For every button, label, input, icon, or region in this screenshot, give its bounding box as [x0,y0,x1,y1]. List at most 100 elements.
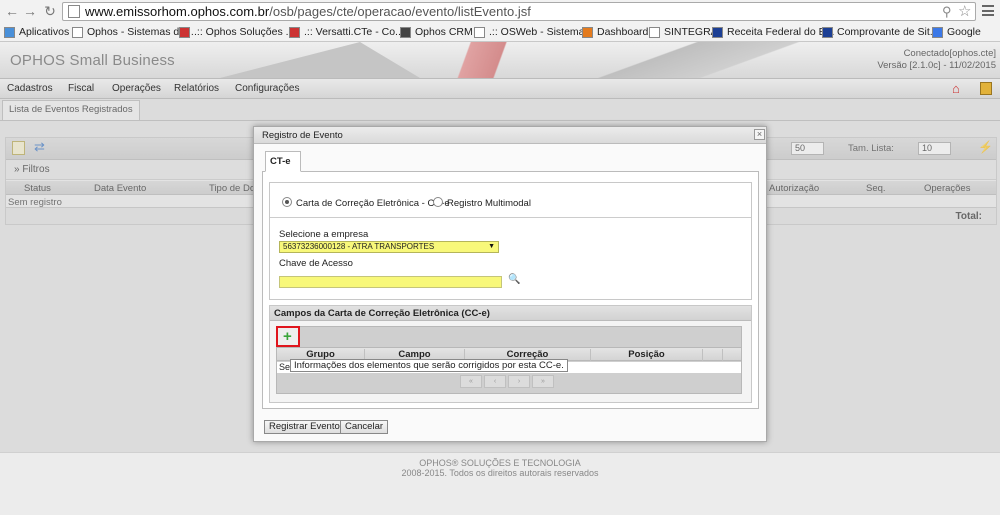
footer-company: OPHOS® SOLUÇÕES E TECNOLOGIA [419,458,581,468]
empresa-select[interactable]: 56373236000128 - ATRA TRANSPORTES ▼ [279,241,499,253]
campos-grid: + Grupo Campo Correção Posição Sem « ‹ ›… [276,326,742,394]
versatti-icon [289,26,300,38]
add-button-tooltip: Informações dos elementos que serão corr… [290,359,568,372]
bookmark-item[interactable]: .:: Ophos Soluções ... [179,23,294,41]
app-header: OPHOS Small Business Conectado[ophos.cte… [0,42,1000,78]
page-icon [68,5,80,18]
chave-acesso-input[interactable] [279,276,502,288]
home-icon[interactable]: ⌂ [952,81,960,96]
page-icon [72,26,83,38]
connected-user: Conectado[ophos.cte] [903,48,996,59]
url-host: www.emissorhom.ophos.com.br [85,4,270,19]
bookmark-label: Ophos CRM [415,26,473,38]
bookmark-label: Google [947,26,981,38]
campos-cce-section: Campos da Carta de Correção Eletrônica (… [269,305,752,403]
bookmark-label: Dashboard [597,26,649,38]
chevron-down-icon: ▼ [488,243,495,250]
bookmark-item[interactable]: .:: Versatti.CTe - Co... [289,23,404,41]
dialog-titlebar[interactable]: Registro de Evento × [254,127,766,144]
grid-col-actions [703,349,723,361]
google-icon [932,26,943,38]
empresa-select-value: 56373236000128 - ATRA TRANSPORTES [283,242,435,251]
browser-chrome: ← → ↻ www.emissorhom.ophos.com.br/osb/pa… [0,0,1000,42]
crm-icon [400,26,411,38]
address-bar[interactable]: www.emissorhom.ophos.com.br/osb/pages/ct… [62,2,976,21]
bookmark-label: .:: OSWeb - Sistema... [489,26,594,38]
header-decoration-red [420,42,550,78]
page-footer: OPHOS® SOLUÇÕES E TECNOLOGIA 2008-2015. … [0,452,1000,515]
pager-next-button[interactable]: › [508,375,530,388]
dialog-tab-bar: CT-e [262,150,759,172]
dashboard-icon [582,26,593,38]
section-divider [270,217,751,218]
back-arrow-icon[interactable]: ← [4,3,20,19]
bookmark-label: .:: Versatti.CTe - Co... [304,26,404,38]
receita-icon [712,26,723,38]
browser-nav-row: ← → ↻ www.emissorhom.ophos.com.br/osb/pa… [0,0,1000,22]
grid-col-posicao: Posição [591,349,703,361]
page-icon [649,26,660,38]
tab-content: Carta de Correção Eletrônica - CC-e Regi… [262,172,759,409]
exit-icon[interactable] [980,82,992,95]
radio-cce-label[interactable]: Carta de Correção Eletrônica - CC-e [296,198,450,209]
bookmark-label: Aplicativos [19,26,70,38]
bookmark-item[interactable]: Google [932,23,981,41]
pager-first-button[interactable]: « [460,375,482,388]
bookmark-item[interactable]: Dashboard [582,23,648,41]
session-info: Conectado[ophos.cte] Versão [2.1.0c] - 1… [877,48,996,72]
registrar-evento-button[interactable]: Registrar Evento [264,420,345,434]
bookmark-label: .:: Ophos Soluções ... [194,26,295,38]
star-icon[interactable]: ☆ [958,2,971,20]
empresa-label: Selecione a empresa [279,229,369,240]
campos-cce-title: Campos da Carta de Correção Eletrônica (… [270,306,751,321]
footer-copyright: 2008-2015. Todos os direitos autorais re… [401,468,599,478]
bookmark-label: Ophos - Sistemas de... [87,26,194,38]
pager-prev-button[interactable]: ‹ [484,375,506,388]
bookmark-label: Receita Federal do B... [727,26,835,38]
forward-arrow-icon[interactable]: → [22,3,38,19]
dialog-title: Registro de Evento [262,130,343,141]
url-path: /osb/pages/cte/operacao/evento/listEvent… [269,4,531,19]
bookmark-item[interactable]: Aplicativos [4,23,69,41]
close-icon[interactable]: × [754,129,765,140]
bookmarks-bar: Aplicativos Ophos - Sistemas de....:: Oph… [0,23,1000,41]
tab-cte[interactable]: CT-e [265,151,301,172]
radio-multimodal-label[interactable]: Registro Multimodal [447,198,531,209]
pager-last-button[interactable]: » [532,375,554,388]
menu-fiscal[interactable]: Fiscal [68,83,94,94]
bookmark-label: Comprovante de Sit... [837,26,939,38]
page-icon [474,26,485,38]
grid-pager: « ‹ › » [460,375,557,390]
event-form-section: Carta de Correção Eletrônica - CC-e Regi… [269,182,752,300]
radio-multimodal[interactable] [433,197,443,207]
menu-cadastros[interactable]: Cadastros [7,83,53,94]
ophos-icon [179,26,190,38]
bookmark-label: SINTEGRA [664,26,718,38]
bookmark-item[interactable]: Ophos - Sistemas de... [72,23,194,41]
key-icon[interactable]: ⚲ [942,4,952,20]
menu-relatorios[interactable]: Relatórios [174,83,219,94]
plus-icon: + [283,328,292,345]
bookmark-item[interactable]: Comprovante de Sit... [822,23,939,41]
radio-cce[interactable] [282,197,292,207]
add-button[interactable]: + [276,326,300,347]
header-decoration [220,42,420,78]
brand-logo: OPHOS Small Business [10,52,175,69]
app-version: Versão [2.1.0c] - 11/02/2015 [877,60,996,71]
cancelar-button[interactable]: Cancelar [340,420,389,434]
search-icon[interactable]: 🔍 [508,274,520,285]
header-decoration-gray [560,42,800,78]
registro-evento-dialog: Registro de Evento × CT-e Carta de Corre… [253,126,767,442]
bookmark-item[interactable]: Ophos CRM [400,23,473,41]
bookmark-item[interactable]: .:: OSWeb - Sistema... [474,23,593,41]
chave-label: Chave de Acesso [279,258,353,269]
browser-menu-icon[interactable] [982,5,994,16]
bookmark-item[interactable]: SINTEGRA [649,23,718,41]
menu-operacoes[interactable]: Operações [112,83,161,94]
bookmark-item[interactable]: Receita Federal do B... [712,23,834,41]
main-menu-bar: Cadastros Fiscal Operações Relatórios Co… [0,78,1000,99]
receita-icon [822,26,833,38]
reload-icon[interactable]: ↻ [42,3,58,19]
menu-configuracoes[interactable]: Configurações [235,83,299,94]
apps-grid-icon [4,26,15,38]
